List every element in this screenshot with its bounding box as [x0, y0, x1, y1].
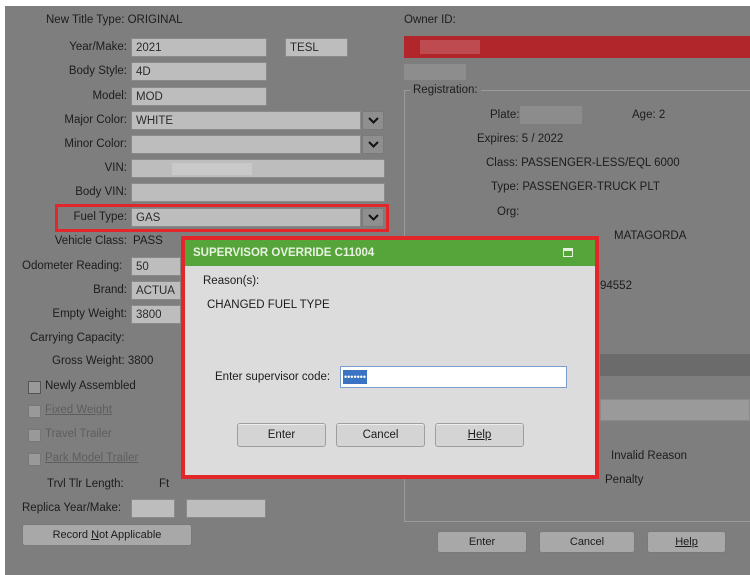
redacted-block [172, 163, 252, 175]
vin-field[interactable] [131, 159, 385, 178]
model-field[interactable]: MOD [131, 87, 267, 106]
vehicle-class-label: Vehicle Class: [54, 235, 127, 247]
owner-id-label: Owner ID: [404, 14, 456, 26]
gross-weight: Gross Weight: 3800 [52, 355, 154, 367]
replica-year-make-label: Replica Year/Make: [22, 502, 122, 514]
travel-trailer-label: Travel Trailer [45, 428, 112, 440]
minor-color-select[interactable] [131, 135, 361, 154]
park-model-trailer-checkbox[interactable] [28, 453, 41, 466]
plate-label: Plate: [490, 109, 520, 121]
penalty-label: Penalty [605, 474, 644, 486]
empty-weight-field[interactable]: 3800 [131, 305, 181, 324]
body-style-label: Body Style: [68, 65, 127, 77]
park-model-trailer-label: Park Model Trailer [45, 452, 139, 464]
help-button[interactable]: Help [647, 531, 726, 553]
number-fragment: 94552 [600, 280, 632, 292]
record-not-applicable-button[interactable]: Record Not Applicable [22, 524, 192, 546]
odometer-label: Odometer Reading: [22, 260, 123, 272]
body-vin-label: Body VIN: [75, 186, 127, 198]
year-field[interactable]: 2021 [131, 38, 267, 57]
class-text: Class: PASSENGER-LESS/EQL 6000 [486, 157, 680, 169]
fixed-weight-label: Fixed Weight [45, 404, 112, 416]
major-color-dropdown-button[interactable] [362, 111, 384, 130]
record-na-mnemonic: N [91, 529, 100, 541]
org-label: Org: [497, 206, 520, 218]
dialog-title: SUPERVISOR OVERRIDE C11004 [193, 247, 375, 259]
trvl-tlr-length-label: Trvl Tlr Length: [47, 478, 124, 490]
supervisor-code-label: Enter supervisor code: [215, 371, 331, 383]
record-na-suffix: ot Applicable [99, 529, 162, 541]
make-field[interactable]: TESL [285, 38, 348, 57]
replica-year-field[interactable] [131, 499, 175, 518]
grid-header [600, 354, 750, 376]
window-restore-icon[interactable] [563, 248, 573, 257]
expires-text: Expires: 5 / 2022 [477, 133, 564, 145]
redacted-block [404, 64, 466, 80]
type-text: Type: PASSENGER-TRUCK PLT [491, 181, 660, 193]
text-field[interactable] [600, 399, 750, 421]
brand-label: Brand: [93, 284, 127, 296]
registration-title: Registration: [410, 84, 481, 96]
chevron-down-icon [367, 117, 379, 124]
brand-field[interactable]: ACTUA [131, 281, 181, 300]
body-vin-field[interactable] [131, 183, 385, 202]
minor-color-dropdown-button[interactable] [362, 135, 384, 154]
empty-weight-label: Empty Weight: [52, 308, 127, 320]
dialog-help-button[interactable]: Help [435, 423, 524, 447]
reason-text: CHANGED FUEL TYPE [207, 299, 330, 311]
county-text: MATAGORDA [614, 230, 687, 242]
carrying-capacity-label: Carrying Capacity: [30, 332, 125, 344]
record-na-prefix: Record [52, 529, 92, 541]
cancel-button[interactable]: Cancel [539, 531, 635, 553]
dialog-enter-button[interactable]: Enter [237, 423, 326, 447]
redacted-block [420, 40, 480, 54]
reasons-label: Reason(s): [203, 275, 260, 287]
odometer-field[interactable]: 50 [131, 257, 181, 276]
year-make-label: Year/Make: [69, 41, 127, 53]
vin-label: VIN: [104, 162, 127, 174]
travel-trailer-checkbox[interactable] [28, 429, 41, 442]
invalid-reason-label: Invalid Reason [611, 450, 688, 462]
replica-make-field[interactable] [186, 499, 266, 518]
supervisor-code-selection: ••••••• [343, 370, 368, 384]
minor-color-label: Minor Color: [64, 138, 127, 150]
new-title-type: New Title Type: ORIGINAL [46, 14, 183, 26]
major-color-select[interactable]: WHITE [131, 111, 361, 130]
body-style-field[interactable]: 4D [131, 62, 267, 81]
dialog-cancel-button[interactable]: Cancel [336, 423, 425, 447]
major-color-label: Major Color: [64, 114, 127, 126]
newly-assembled-label: Newly Assembled [45, 380, 136, 392]
redacted-block [520, 106, 582, 124]
age-text: Age: 2 [632, 109, 666, 121]
dialog-title-bar: SUPERVISOR OVERRIDE C11004 [185, 240, 595, 266]
newly-assembled-checkbox[interactable] [28, 381, 41, 394]
vehicle-class-value: PASS [133, 235, 163, 247]
model-label: Model: [92, 90, 127, 102]
supervisor-code-input[interactable]: ••••••• [340, 366, 567, 388]
enter-button[interactable]: Enter [437, 531, 527, 553]
fixed-weight-checkbox[interactable] [28, 405, 41, 418]
fuel-type-highlight [55, 204, 389, 232]
chevron-down-icon [367, 141, 379, 148]
ft-label: Ft [159, 478, 170, 490]
supervisor-override-dialog: SUPERVISOR OVERRIDE C11004 Reason(s): CH… [181, 236, 599, 479]
